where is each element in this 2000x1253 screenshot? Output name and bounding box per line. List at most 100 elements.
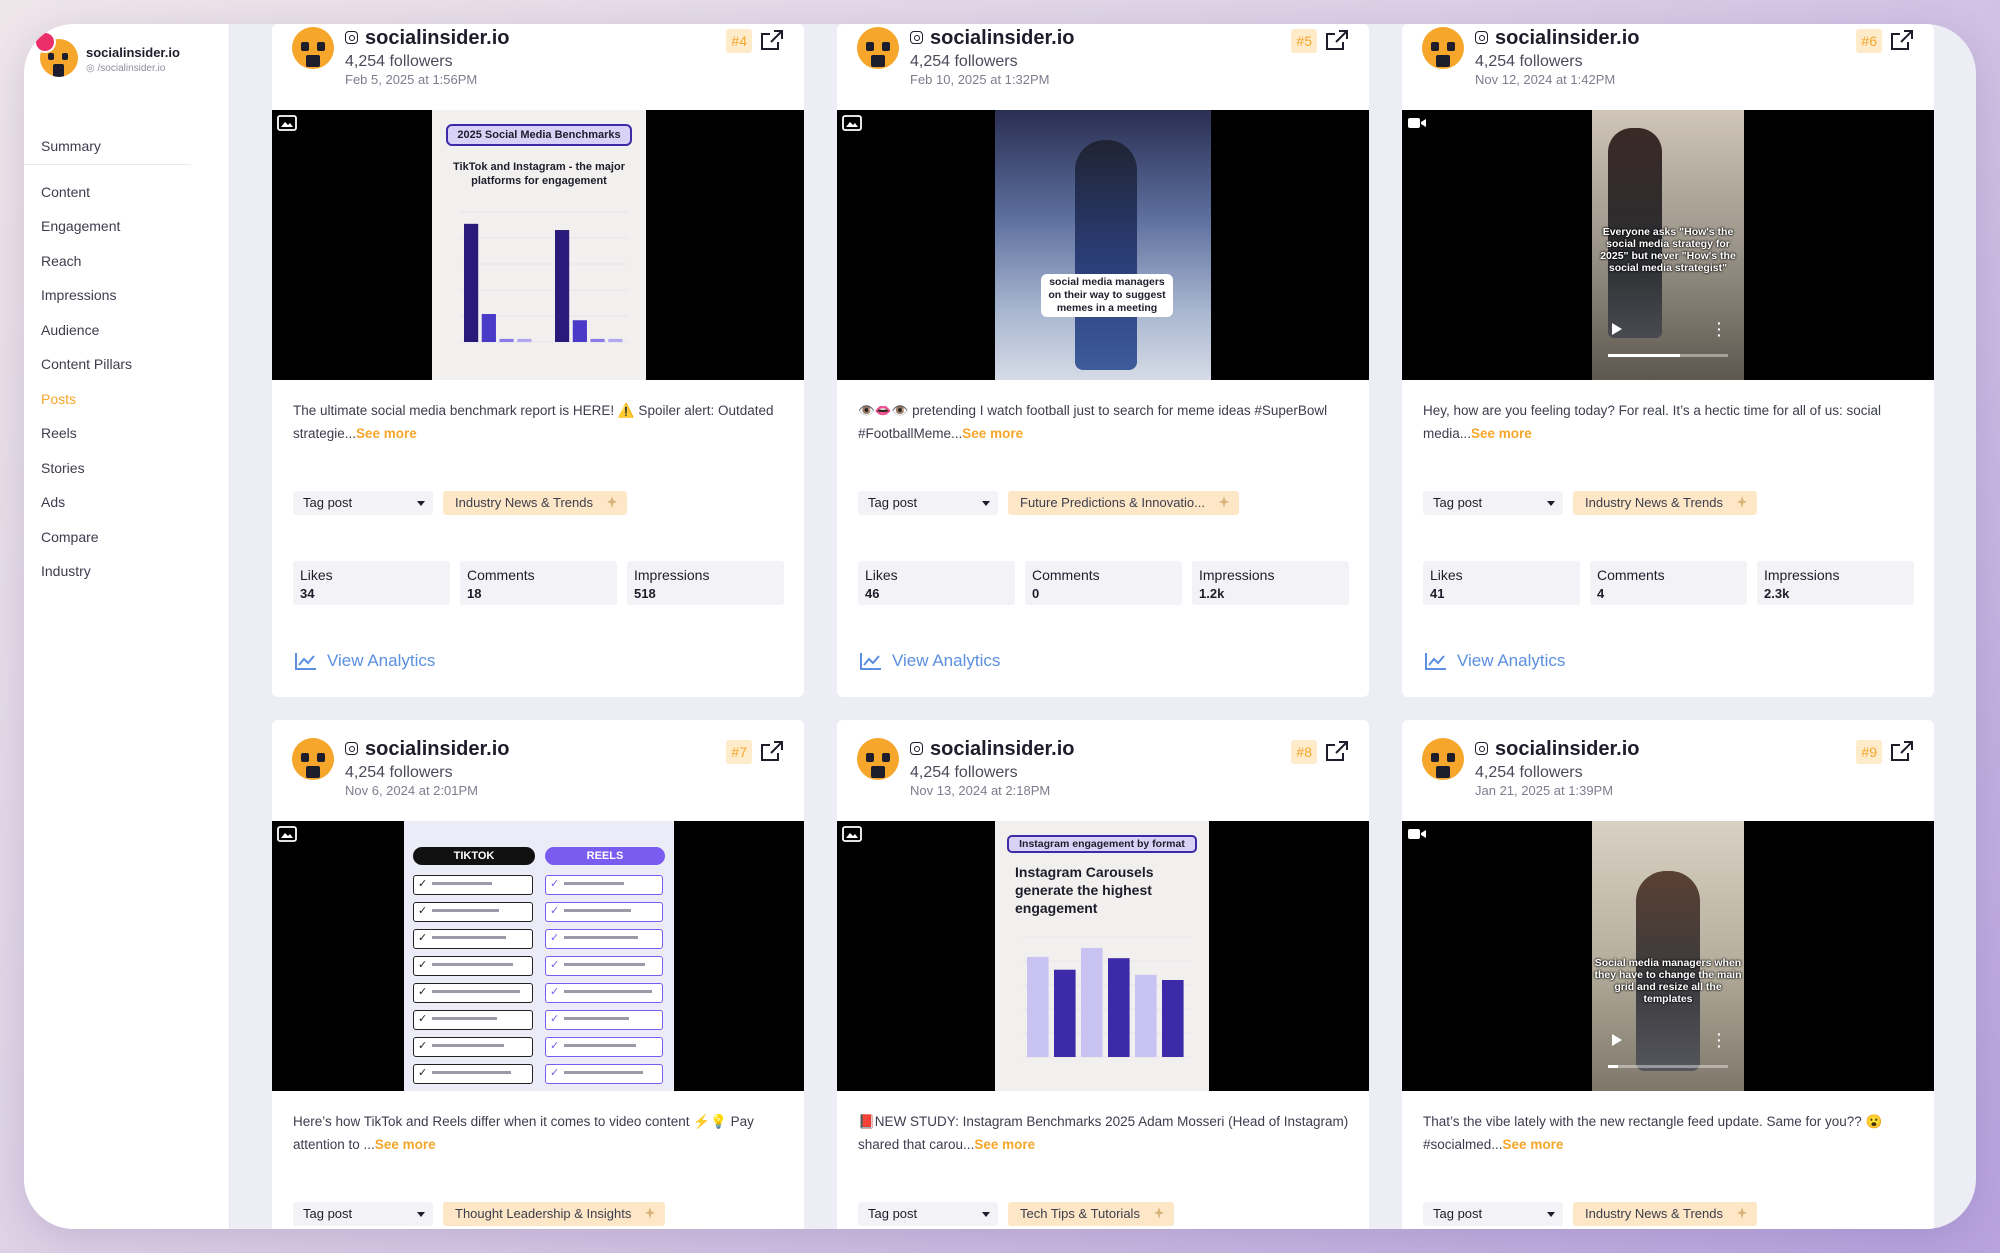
external-link-icon[interactable] bbox=[760, 740, 784, 762]
row-text-line bbox=[432, 1044, 504, 1047]
video-progress-bar[interactable] bbox=[1608, 1065, 1728, 1068]
sidebar-item-impressions[interactable]: Impressions bbox=[24, 278, 229, 313]
metric-likes: Likes 34 bbox=[293, 561, 450, 605]
sidebar-item-audience[interactable]: Audience bbox=[24, 313, 229, 348]
account-name[interactable]: socialinsider.io bbox=[365, 27, 510, 50]
see-more-link[interactable]: See more bbox=[1471, 426, 1532, 441]
avatar-mouth bbox=[871, 55, 885, 67]
play-icon[interactable] bbox=[1612, 323, 1622, 335]
metric-value: 518 bbox=[634, 586, 656, 601]
external-link-icon[interactable] bbox=[1890, 740, 1914, 762]
see-more-link[interactable]: See more bbox=[375, 1137, 436, 1152]
sidebar-item-stories[interactable]: Stories bbox=[24, 451, 229, 486]
account-name[interactable]: socialinsider.io bbox=[930, 27, 1075, 50]
metric-label: Comments bbox=[1032, 567, 1100, 583]
account-name[interactable]: socialinsider.io bbox=[1495, 738, 1640, 761]
check-icon: ✓ bbox=[418, 1067, 428, 1079]
see-more-link[interactable]: See more bbox=[356, 426, 417, 441]
tag-post-dropdown[interactable]: Tag post bbox=[293, 1202, 433, 1226]
post-media[interactable]: TIKTOK REELS ✓ ✓ ✓ ✓ ✓ ✓ ✓ ✓ ✓ ✓ ✓ ✓ ✓ ✓ ✓ ✓ bbox=[272, 821, 804, 1091]
metric-impressions: Impressions 518 bbox=[627, 561, 784, 605]
account-name[interactable]: socialinsider.io bbox=[365, 738, 510, 761]
sidebar-item-content[interactable]: Content bbox=[24, 175, 229, 210]
instagram-badge-icon bbox=[34, 31, 56, 53]
sidebar-item-summary[interactable]: Summary bbox=[24, 129, 191, 165]
post-caption: Hey, how are you feeling today? For real… bbox=[1423, 399, 1919, 447]
tag-post-dropdown[interactable]: Tag post bbox=[293, 491, 433, 515]
tag-post-dropdown[interactable]: Tag post bbox=[1423, 1202, 1563, 1226]
see-more-link[interactable]: See more bbox=[974, 1137, 1035, 1152]
instagram-icon bbox=[910, 742, 923, 755]
metric-comments: Comments 4 bbox=[1590, 561, 1747, 605]
pillar-tag-chip[interactable]: Industry News & Trends bbox=[443, 491, 627, 515]
comparison-row: ✓ bbox=[413, 929, 533, 949]
rank-badge: #7 bbox=[726, 740, 752, 764]
check-icon: ✓ bbox=[418, 986, 428, 998]
pillar-tag-chip[interactable]: Thought Leadership & Insights bbox=[443, 1202, 666, 1226]
see-more-link[interactable]: See more bbox=[962, 426, 1023, 441]
avatar-eye bbox=[317, 753, 325, 762]
followers-count: 4,254 followers bbox=[910, 764, 1018, 781]
metric-label: Likes bbox=[300, 567, 333, 583]
sidebar-item-posts[interactable]: Posts bbox=[24, 382, 229, 417]
video-progress-bar[interactable] bbox=[1608, 354, 1728, 357]
sidebar-item-reach[interactable]: Reach bbox=[24, 244, 229, 279]
brand-block[interactable]: socialinsider.io ◎ /socialinsider.io bbox=[34, 31, 225, 109]
image-icon bbox=[277, 826, 297, 842]
external-link-icon[interactable] bbox=[1890, 29, 1914, 51]
external-link-icon[interactable] bbox=[1325, 740, 1349, 762]
thumbnail-video: Social media managers when they have to … bbox=[1592, 821, 1744, 1091]
play-icon[interactable] bbox=[1612, 1034, 1622, 1046]
chart-bar bbox=[608, 338, 623, 342]
check-icon: ✓ bbox=[418, 905, 428, 917]
account-name[interactable]: socialinsider.io bbox=[1495, 27, 1640, 50]
comparison-row: ✓ bbox=[413, 1037, 533, 1057]
comparison-row: ✓ bbox=[545, 1010, 663, 1030]
avatar bbox=[292, 27, 334, 69]
metric-comments: Comments 18 bbox=[460, 561, 617, 605]
post-media[interactable]: social media managers on their way to su… bbox=[837, 110, 1369, 380]
caption-text: Here’s how TikTok and Reels differ when … bbox=[293, 1114, 754, 1152]
sidebar-item-reels[interactable]: Reels bbox=[24, 416, 229, 451]
metric-likes: Likes 41 bbox=[1423, 561, 1580, 605]
account-name[interactable]: socialinsider.io bbox=[930, 738, 1075, 761]
avatar-eye bbox=[866, 42, 874, 51]
external-link-icon[interactable] bbox=[1325, 29, 1349, 51]
sidebar-item-compare[interactable]: Compare bbox=[24, 520, 229, 555]
post-media[interactable]: Social media managers when they have to … bbox=[1402, 821, 1934, 1091]
tag-post-dropdown[interactable]: Tag post bbox=[1423, 491, 1563, 515]
tag-post-dropdown[interactable]: Tag post bbox=[858, 491, 998, 515]
pillar-tag-chip[interactable]: Industry News & Trends bbox=[1573, 1202, 1757, 1226]
tag-post-dropdown[interactable]: Tag post bbox=[858, 1202, 998, 1226]
check-icon: ✓ bbox=[418, 1013, 428, 1025]
metric-value: 0 bbox=[1032, 586, 1040, 601]
sidebar-item-engagement[interactable]: Engagement bbox=[24, 209, 229, 244]
post-header: socialinsider.io 4,254 followers Nov 13,… bbox=[837, 720, 1369, 830]
row-text-line bbox=[564, 1017, 629, 1020]
sidebar-item-industry[interactable]: Industry bbox=[24, 554, 229, 589]
more-icon[interactable]: · · · bbox=[1717, 1027, 1722, 1053]
row-text-line bbox=[564, 909, 631, 912]
rank-badge: #4 bbox=[726, 29, 752, 53]
sidebar-item-ads[interactable]: Ads bbox=[24, 485, 229, 520]
post-date: Feb 5, 2025 at 1:56PM bbox=[345, 72, 478, 87]
comparison-row: ✓ bbox=[545, 875, 663, 895]
see-more-link[interactable]: See more bbox=[1503, 1137, 1564, 1152]
more-icon[interactable]: · · · bbox=[1717, 316, 1722, 342]
pillar-tag-chip[interactable]: Tech Tips & Tutorials bbox=[1008, 1202, 1174, 1226]
video-overlay-text: Everyone asks "How's the social media st… bbox=[1600, 226, 1736, 274]
metric-value: 34 bbox=[300, 586, 315, 601]
pillar-tag-chip[interactable]: Industry News & Trends bbox=[1573, 491, 1757, 515]
post-media[interactable]: 2025 Social Media Benchmarks TikTok and … bbox=[272, 110, 804, 380]
external-link-icon[interactable] bbox=[760, 29, 784, 51]
chart-bar bbox=[1081, 947, 1103, 1057]
row-text-line bbox=[432, 1071, 511, 1074]
chart-bar bbox=[1054, 969, 1076, 1057]
comparison-row: ✓ bbox=[413, 1064, 533, 1084]
post-media[interactable]: Instagram engagement by format Instagram… bbox=[837, 821, 1369, 1091]
pillar-tag-label: Future Predictions & Innovatio... bbox=[1020, 495, 1205, 510]
sidebar-item-content-pillars[interactable]: Content Pillars bbox=[24, 347, 229, 382]
thumbnail-comparison: TIKTOK REELS ✓ ✓ ✓ ✓ ✓ ✓ ✓ ✓ ✓ ✓ ✓ ✓ ✓ ✓ ✓ ✓ bbox=[404, 821, 674, 1091]
pillar-tag-chip[interactable]: Future Predictions & Innovatio... bbox=[1008, 491, 1239, 515]
post-media[interactable]: Everyone asks "How's the social media st… bbox=[1402, 110, 1934, 380]
